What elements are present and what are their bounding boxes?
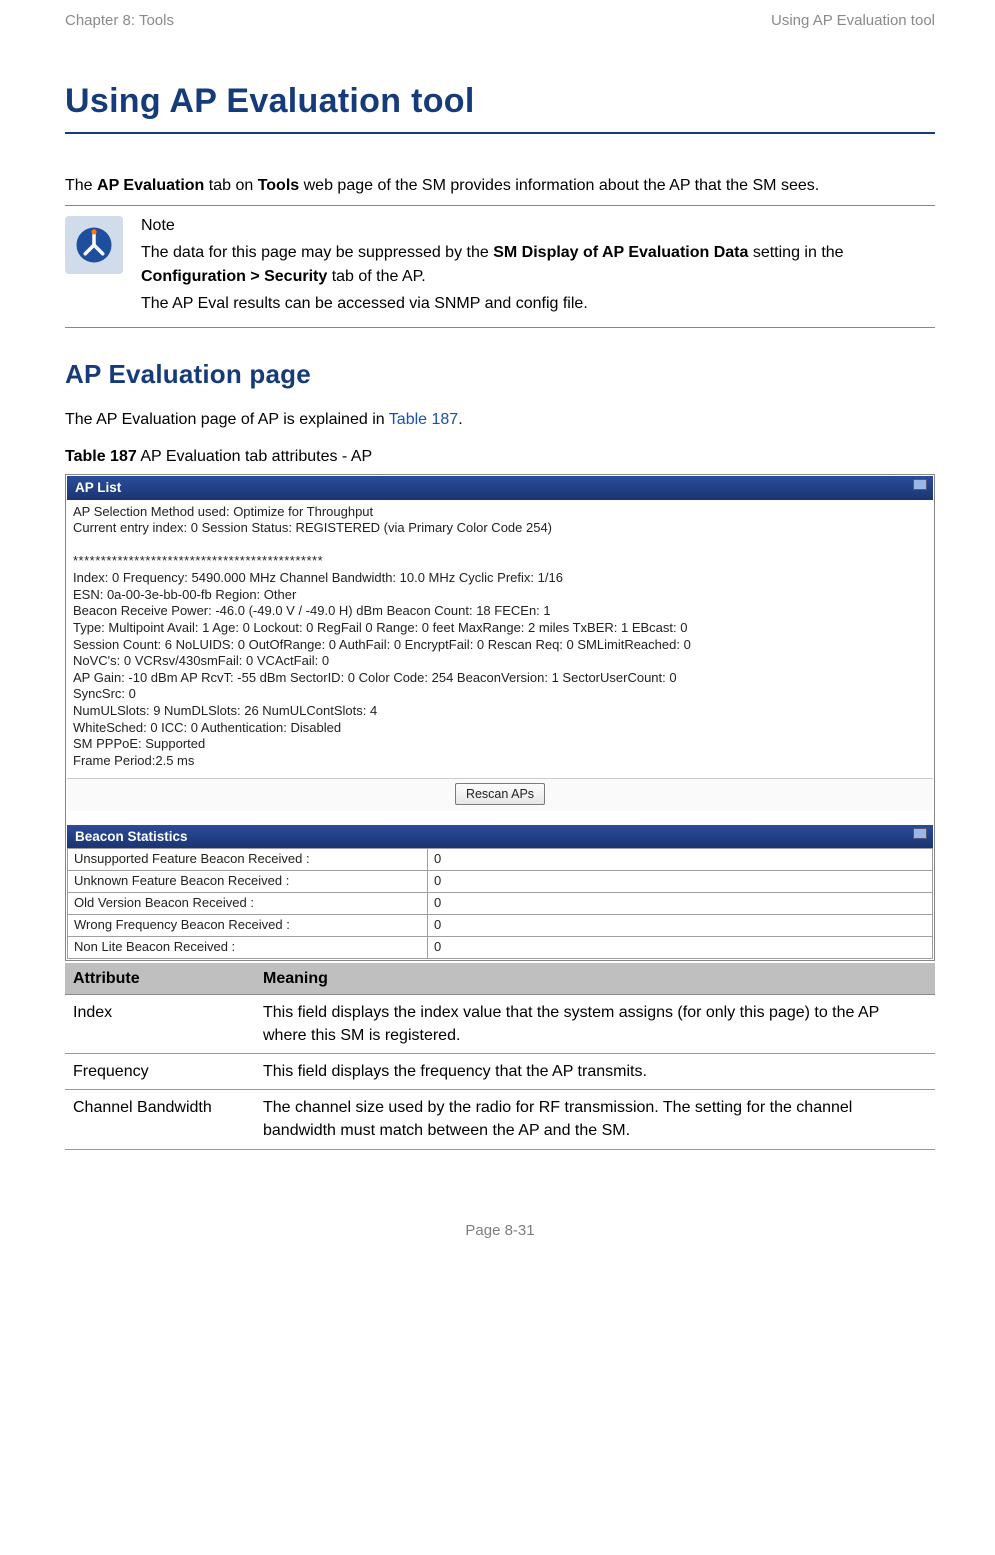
text: The AP Evaluation page of AP is explaine… <box>65 411 389 428</box>
ap-list-line: Beacon Receive Power: -46.0 (-49.0 V / -… <box>73 603 927 620</box>
table-header-row: Attribute Meaning <box>65 963 935 995</box>
panel-title: Beacon Statistics <box>75 829 188 844</box>
section-heading: AP Evaluation page <box>65 356 935 394</box>
ap-list-line: Index: 0 Frequency: 5490.000 MHz Channel… <box>73 570 927 587</box>
bold-text: Configuration > Security <box>141 268 327 285</box>
beacon-stats-panel-header: Beacon Statistics <box>67 825 933 849</box>
stat-label: Non Lite Beacon Received : <box>68 936 428 958</box>
caption-text: AP Evaluation tab attributes - AP <box>137 448 372 465</box>
text: tab on <box>204 177 257 194</box>
header-right: Using AP Evaluation tool <box>771 10 935 32</box>
table-row: Frequency This field displays the freque… <box>65 1054 935 1090</box>
embedded-screenshot: AP List AP Selection Method used: Optimi… <box>65 474 935 960</box>
stat-value: 0 <box>428 914 933 936</box>
beacon-stats-table: Unsupported Feature Beacon Received :0 U… <box>67 848 933 958</box>
panel-title: AP List <box>75 480 121 495</box>
ap-list-body: AP Selection Method used: Optimize for T… <box>67 500 933 778</box>
ap-list-line: AP Selection Method used: Optimize for T… <box>73 504 927 521</box>
text: setting in the <box>748 244 843 261</box>
table-row: Channel Bandwidth The channel size used … <box>65 1090 935 1149</box>
table-caption: Table 187 AP Evaluation tab attributes -… <box>65 445 935 468</box>
ap-list-line: Current entry index: 0 Session Status: R… <box>73 520 927 537</box>
page-footer: Page 8-31 <box>65 1220 935 1242</box>
table-row: Non Lite Beacon Received :0 <box>68 936 933 958</box>
header-left: Chapter 8: Tools <box>65 10 174 32</box>
bold-text: Tools <box>258 177 299 194</box>
bold-text: AP Evaluation <box>97 177 204 194</box>
attribute-meaning: This field displays the index value that… <box>255 994 935 1053</box>
page-title: Using AP Evaluation tool <box>65 77 935 126</box>
attribute-name: Frequency <box>65 1054 255 1090</box>
rescan-row: Rescan APs <box>67 778 933 811</box>
stat-label: Unknown Feature Beacon Received : <box>68 871 428 893</box>
note-line: The AP Eval results can be accessed via … <box>141 292 935 315</box>
table-row: Index This field displays the index valu… <box>65 994 935 1053</box>
ap-list-line: SM PPPoE: Supported <box>73 736 927 753</box>
cross-ref-link[interactable]: Table 187 <box>389 411 458 428</box>
table-row: Unknown Feature Beacon Received :0 <box>68 871 933 893</box>
col-header-attribute: Attribute <box>65 963 255 995</box>
ap-list-line: AP Gain: -10 dBm AP RcvT: -55 dBm Sector… <box>73 670 927 687</box>
stat-label: Old Version Beacon Received : <box>68 892 428 914</box>
attribute-meaning: The channel size used by the radio for R… <box>255 1090 935 1149</box>
text: tab of the AP. <box>327 268 425 285</box>
ap-list-separator: ****************************************… <box>73 553 927 570</box>
attributes-table: Attribute Meaning Index This field displ… <box>65 963 935 1150</box>
text: The <box>65 177 97 194</box>
note-label: Note <box>141 214 935 237</box>
title-rule <box>65 132 935 134</box>
stat-value: 0 <box>428 849 933 871</box>
section-intro: The AP Evaluation page of AP is explaine… <box>65 408 935 431</box>
ap-list-line: NumULSlots: 9 NumDLSlots: 26 NumULContSl… <box>73 703 927 720</box>
bold-text: SM Display of AP Evaluation Data <box>493 244 748 261</box>
note-icon <box>65 216 123 274</box>
rescan-aps-button[interactable]: Rescan APs <box>455 783 545 805</box>
caption-label: Table 187 <box>65 448 137 465</box>
stat-value: 0 <box>428 871 933 893</box>
table-row: Unsupported Feature Beacon Received :0 <box>68 849 933 871</box>
ap-list-line: Type: Multipoint Avail: 1 Age: 0 Lockout… <box>73 620 927 637</box>
text: . <box>458 411 462 428</box>
minimize-icon[interactable] <box>913 828 927 839</box>
ap-list-line: Session Count: 6 NoLUIDS: 0 OutOfRange: … <box>73 637 927 654</box>
stat-label: Unsupported Feature Beacon Received : <box>68 849 428 871</box>
note-line: The data for this page may be suppressed… <box>141 241 935 287</box>
attribute-meaning: This field displays the frequency that t… <box>255 1054 935 1090</box>
page-header: Chapter 8: Tools Using AP Evaluation too… <box>65 10 935 32</box>
note-box: Note The data for this page may be suppr… <box>65 205 935 328</box>
text: The data for this page may be suppressed… <box>141 244 493 261</box>
ap-list-line: NoVC's: 0 VCRsv/430smFail: 0 VCActFail: … <box>73 653 927 670</box>
stat-label: Wrong Frequency Beacon Received : <box>68 914 428 936</box>
note-content: Note The data for this page may be suppr… <box>141 214 935 319</box>
attribute-name: Channel Bandwidth <box>65 1090 255 1149</box>
ap-list-panel-header: AP List <box>67 476 933 500</box>
intro-paragraph: The AP Evaluation tab on Tools web page … <box>65 174 935 197</box>
minimize-icon[interactable] <box>913 479 927 490</box>
table-row: Old Version Beacon Received :0 <box>68 892 933 914</box>
ap-list-line: SyncSrc: 0 <box>73 686 927 703</box>
stat-value: 0 <box>428 936 933 958</box>
attribute-name: Index <box>65 994 255 1053</box>
ap-list-line: ESN: 0a-00-3e-bb-00-fb Region: Other <box>73 587 927 604</box>
ap-list-line: WhiteSched: 0 ICC: 0 Authentication: Dis… <box>73 720 927 737</box>
ap-list-line: Frame Period:2.5 ms <box>73 753 927 770</box>
table-row: Wrong Frequency Beacon Received :0 <box>68 914 933 936</box>
stat-value: 0 <box>428 892 933 914</box>
text: web page of the SM provides information … <box>299 177 819 194</box>
col-header-meaning: Meaning <box>255 963 935 995</box>
